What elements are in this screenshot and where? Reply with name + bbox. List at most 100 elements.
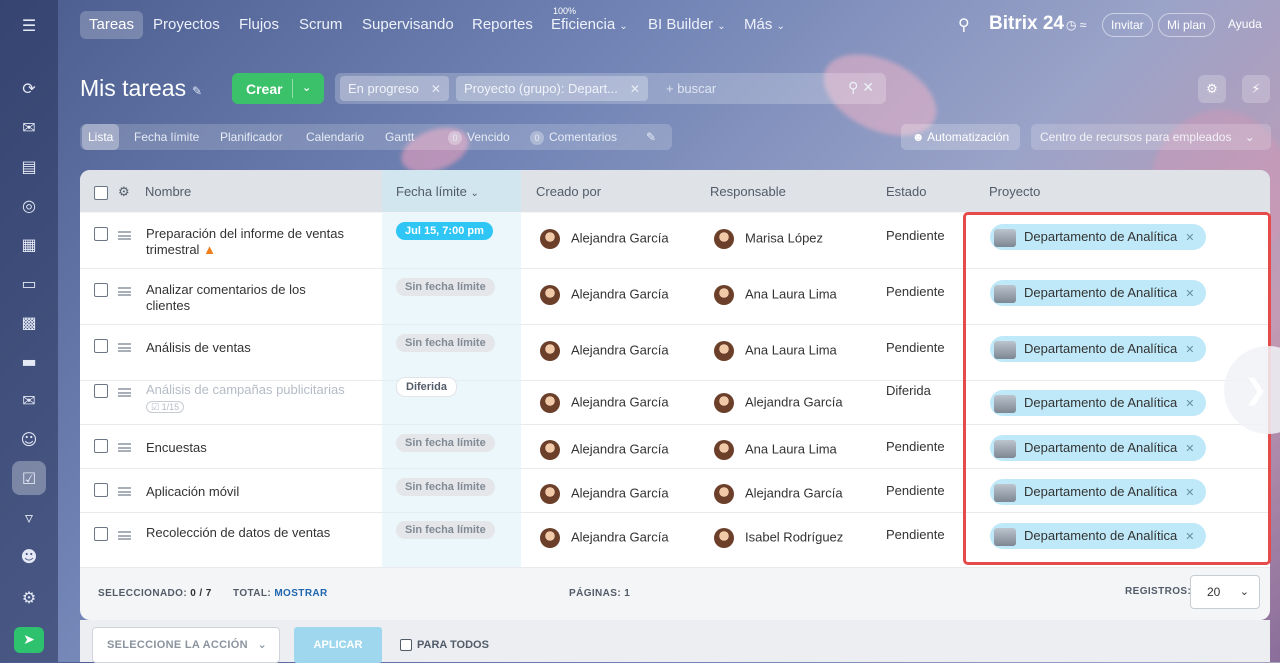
nav-tareas[interactable]: Tareas: [80, 11, 144, 39]
table-row[interactable]: Recolección de datos de ventas Alejandra…: [80, 513, 1270, 568]
row-checkbox[interactable]: [94, 527, 108, 541]
checkbox-box[interactable]: [400, 639, 412, 652]
creator[interactable]: Alejandra García: [540, 484, 669, 504]
column-project[interactable]: Proyecto: [989, 184, 1040, 199]
gear-icon[interactable]: ⚙: [1198, 75, 1226, 103]
task-name[interactable]: Análisis de campañas publicitarias ☑ 1/1…: [146, 382, 346, 415]
tab-fecha-limite[interactable]: Fecha límite: [128, 124, 205, 150]
drag-handle-icon[interactable]: [118, 443, 131, 452]
search-icon[interactable]: ⚲: [958, 15, 970, 35]
project-chip[interactable]: Departamento de Analítica ✕: [990, 224, 1207, 250]
presentation-icon[interactable]: ▩: [12, 305, 46, 339]
nav-mas[interactable]: Más ⌄: [735, 11, 794, 39]
rocket-icon[interactable]: ➤: [14, 627, 44, 653]
creator[interactable]: Alejandra García: [540, 528, 669, 548]
deadline-badge[interactable]: Diferida: [396, 377, 457, 397]
row-checkbox[interactable]: [94, 339, 108, 353]
nav-proyectos[interactable]: Proyectos: [144, 11, 229, 39]
search-input[interactable]: + buscar: [666, 81, 716, 96]
responsible[interactable]: Marisa López: [714, 229, 823, 249]
nav-supervisando[interactable]: Supervisando: [353, 11, 463, 39]
task-name[interactable]: Analizar comentarios de los clientes: [146, 282, 346, 314]
column-name[interactable]: Nombre: [145, 184, 191, 199]
responsible[interactable]: Ana Laura Lima: [714, 285, 837, 305]
show-total-link[interactable]: MOSTRAR: [274, 588, 327, 599]
action-select[interactable]: SELECCIONE LA ACCIÓN ⌄: [92, 627, 280, 663]
project-chip[interactable]: Departamento de Analítica ✕: [990, 280, 1207, 306]
comments-counter[interactable]: 0 Comentarios: [524, 124, 623, 150]
row-checkbox[interactable]: [94, 384, 108, 398]
column-responsible[interactable]: Responsable: [710, 184, 786, 199]
column-settings-icon[interactable]: ⚙: [118, 184, 130, 200]
deadline-badge[interactable]: Sin fecha límite: [396, 478, 495, 496]
close-icon[interactable]: ✕: [1185, 232, 1194, 244]
create-button[interactable]: Crear ⌄: [232, 73, 324, 104]
pages-value[interactable]: 1: [624, 588, 630, 599]
responsible[interactable]: Alejandra García: [714, 393, 843, 413]
filter-chip-project[interactable]: Proyecto (grupo): Depart... ✕: [456, 76, 648, 101]
nav-scrum[interactable]: Scrum: [290, 11, 351, 39]
row-checkbox[interactable]: [94, 227, 108, 241]
filter-search-bar[interactable]: En progreso ✕ Proyecto (grupo): Depart...…: [335, 73, 886, 104]
users-icon[interactable]: ☺: [12, 422, 46, 456]
file-icon[interactable]: ▭: [12, 266, 46, 300]
task-name[interactable]: Aplicación móvil: [146, 484, 346, 500]
table-row[interactable]: Preparación del informe de ventas trimes…: [80, 213, 1270, 269]
feed-icon[interactable]: ⟳: [12, 71, 46, 105]
project-chip[interactable]: Departamento de Analítica ✕: [990, 390, 1207, 416]
help-link[interactable]: Ayuda: [1228, 17, 1262, 31]
close-icon[interactable]: ✕: [1185, 344, 1194, 356]
close-icon[interactable]: ✕: [1185, 531, 1194, 543]
close-icon[interactable]: ✕: [1185, 443, 1194, 455]
project-chip[interactable]: Departamento de Analítica ✕: [990, 523, 1207, 549]
table-row[interactable]: Análisis de campañas publicitarias ☑ 1/1…: [80, 381, 1270, 425]
task-name[interactable]: Preparación del informe de ventas trimes…: [146, 226, 346, 258]
nav-eficiencia[interactable]: Eficiencia ⌄: [542, 11, 637, 39]
crm-icon[interactable]: ◎: [12, 188, 46, 222]
creator[interactable]: Alejandra García: [540, 440, 669, 460]
document-icon[interactable]: ▤: [12, 149, 46, 183]
tasks-icon[interactable]: ☑: [12, 461, 46, 495]
column-status[interactable]: Estado: [886, 184, 926, 199]
task-name[interactable]: Recolección de datos de ventas: [146, 525, 346, 541]
creator[interactable]: Alejandra García: [540, 393, 669, 413]
search-icon[interactable]: ⚲ ✕: [848, 79, 874, 96]
responsible[interactable]: Ana Laura Lima: [714, 440, 837, 460]
card-icon[interactable]: ▬: [12, 344, 46, 378]
row-checkbox[interactable]: [94, 439, 108, 453]
pin-icon[interactable]: ✎: [192, 84, 202, 98]
filter-chip-status[interactable]: En progreso ✕: [340, 76, 449, 101]
menu-icon[interactable]: ☰: [12, 8, 46, 42]
responsible[interactable]: Alejandra García: [714, 484, 843, 504]
project-chip[interactable]: Departamento de Analítica ✕: [990, 479, 1207, 505]
robot-icon[interactable]: ☻: [12, 539, 46, 573]
invite-button[interactable]: Invitar: [1102, 13, 1153, 37]
drag-handle-icon[interactable]: [118, 487, 131, 496]
creator[interactable]: Alejandra García: [540, 285, 669, 305]
drag-handle-icon[interactable]: [118, 343, 131, 352]
settings-icon[interactable]: ⚙: [12, 580, 46, 614]
deadline-badge[interactable]: Sin fecha límite: [396, 278, 495, 296]
row-checkbox[interactable]: [94, 283, 108, 297]
select-all-checkbox[interactable]: [94, 186, 108, 200]
date-column-header[interactable]: Fecha límite ⌄: [382, 170, 521, 212]
deadline-badge[interactable]: Jul 15, 7:00 pm: [396, 222, 493, 240]
deadline-badge[interactable]: Sin fecha límite: [396, 334, 495, 352]
automation-button[interactable]: ☻ Automatización: [901, 124, 1020, 150]
drag-handle-icon[interactable]: [118, 388, 131, 397]
close-icon[interactable]: ✕: [431, 82, 441, 96]
deadline-badge[interactable]: Sin fecha límite: [396, 434, 495, 452]
mail-icon[interactable]: ✉: [12, 383, 46, 417]
table-row[interactable]: Encuestas Alejandra García Ana Laura Lim…: [80, 425, 1270, 469]
tab-lista[interactable]: Lista: [82, 124, 120, 150]
for-all-checkbox[interactable]: PARA TODOS: [400, 639, 489, 652]
apply-button[interactable]: APLICAR: [294, 627, 382, 663]
nav-reportes[interactable]: Reportes: [463, 11, 542, 39]
table-row[interactable]: Análisis de ventas Alejandra García Ana …: [80, 325, 1270, 381]
close-icon[interactable]: ✕: [630, 82, 640, 96]
calendar-icon[interactable]: ▦: [12, 227, 46, 261]
deadline-badge[interactable]: Sin fecha límite: [396, 521, 495, 539]
drag-handle-icon[interactable]: [118, 287, 131, 296]
drag-handle-icon[interactable]: [118, 531, 131, 540]
chevron-down-icon[interactable]: ⌄: [302, 81, 311, 94]
